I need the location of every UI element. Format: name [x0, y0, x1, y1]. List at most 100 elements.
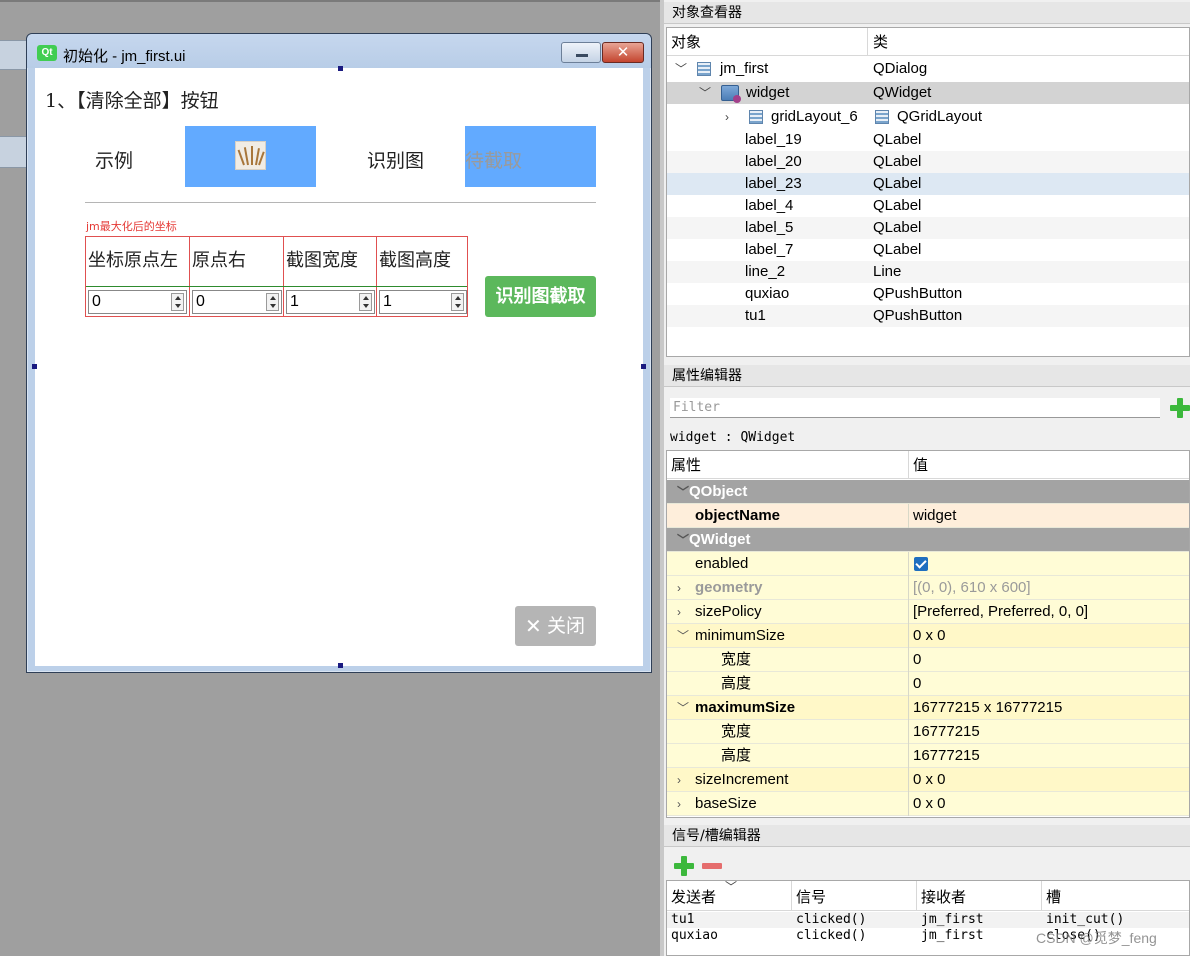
property-row[interactable]: ﹀ maximumSize 16777215 x 16777215: [667, 696, 1189, 720]
close-button[interactable]: ✕ 关闭: [515, 606, 596, 646]
chevron-down-icon[interactable]: ﹀: [677, 696, 689, 720]
arrow-down-icon: [175, 304, 181, 308]
property-editor-title: 属性编辑器: [664, 365, 1190, 387]
tree-row[interactable]: label_5 QLabel: [667, 217, 1189, 239]
capture-image-button[interactable]: 识别图截取: [485, 276, 596, 317]
sample-label: 示例: [95, 150, 134, 172]
chevron-down-icon[interactable]: ﹀: [675, 58, 687, 80]
property-row[interactable]: 高度 0: [667, 672, 1189, 696]
dialog-icon: [697, 62, 711, 76]
dialog-titlebar[interactable]: Qt 初始化 - jm_first.ui ✕: [27, 34, 651, 68]
tree-row[interactable]: line_2 Line: [667, 261, 1189, 283]
property-row[interactable]: 高度 16777215: [667, 744, 1189, 768]
arrow-up-icon: [363, 296, 369, 300]
tree-row[interactable]: label_19 QLabel: [667, 129, 1189, 151]
capture-width-spinbox[interactable]: 1: [286, 290, 375, 314]
grid-header-capture-width: 截图宽度: [284, 237, 377, 287]
spinbox-value: 1: [290, 293, 299, 310]
tree-row[interactable]: label_23 QLabel: [667, 173, 1189, 195]
tree-row[interactable]: quxiao QPushButton: [667, 283, 1189, 305]
grid-header-capture-height: 截图高度: [377, 237, 467, 287]
chevron-down-icon[interactable]: ﹀: [677, 480, 689, 504]
column-sender[interactable]: 发送者: [671, 881, 716, 913]
grid-header-origin-left: 坐标原点左: [86, 237, 190, 287]
column-signal[interactable]: 信号: [796, 881, 826, 913]
recognized-image-label: 识别图: [367, 150, 425, 172]
minimize-icon: [576, 54, 588, 57]
close-icon: ✕: [525, 614, 542, 638]
close-icon: ✕: [616, 43, 630, 61]
arrow-up-icon: [175, 296, 181, 300]
background-window-edge: [0, 136, 28, 168]
enabled-checkbox[interactable]: [914, 557, 928, 571]
background-window-edge: [0, 40, 28, 70]
pending-capture-text: 待截取: [465, 150, 523, 172]
tree-row[interactable]: label_4 QLabel: [667, 195, 1189, 217]
spinbox-arrows[interactable]: [359, 293, 372, 311]
column-class[interactable]: 类: [873, 28, 888, 56]
recognized-image-box: 待截取: [465, 126, 596, 187]
property-header: 属性 值: [667, 451, 1189, 479]
origin-right-spinbox[interactable]: 0: [192, 290, 282, 314]
chevron-right-icon[interactable]: ›: [725, 106, 729, 128]
spinbox-value: 1: [383, 293, 392, 310]
chevron-right-icon[interactable]: ›: [677, 768, 681, 792]
form-workspace: Qt 初始化 - jm_first.ui ✕ 1、【清除全部】按钮 示例 识别图…: [0, 0, 660, 956]
tree-row[interactable]: label_7 QLabel: [667, 239, 1189, 261]
window-title: 初始化 - jm_first.ui: [63, 48, 186, 65]
property-table: 属性 值 ﹀ QObject objectName widget ﹀ QWidg…: [666, 450, 1190, 818]
window-close-button[interactable]: ✕: [602, 42, 644, 63]
chevron-right-icon[interactable]: ›: [677, 792, 681, 816]
divider-line: [85, 202, 596, 203]
arrow-down-icon: [363, 304, 369, 308]
chevron-down-icon[interactable]: ﹀: [699, 82, 711, 104]
minimize-button[interactable]: [561, 42, 601, 63]
selection-handle[interactable]: [32, 364, 37, 369]
column-value[interactable]: 值: [913, 451, 928, 479]
column-receiver[interactable]: 接收者: [921, 881, 966, 913]
property-row[interactable]: › baseSize 0 x 0: [667, 792, 1189, 816]
arrow-up-icon: [270, 296, 276, 300]
column-slot[interactable]: 槽: [1046, 881, 1061, 913]
chevron-right-icon[interactable]: ›: [677, 600, 681, 624]
column-object[interactable]: 对象: [671, 28, 701, 56]
property-row[interactable]: 宽度 0: [667, 648, 1189, 672]
chevron-down-icon[interactable]: ﹀: [677, 528, 689, 552]
tree-row[interactable]: tu1 QPushButton: [667, 305, 1189, 327]
column-property[interactable]: 属性: [671, 451, 701, 479]
tree-row[interactable]: ﹀ widget QWidget: [667, 82, 1189, 104]
capture-height-spinbox[interactable]: 1: [379, 290, 467, 314]
connection-row[interactable]: tu1 clicked() jm_first init_cut(): [667, 912, 1189, 928]
property-row[interactable]: objectName widget: [667, 504, 1189, 528]
spinbox-arrows[interactable]: [451, 293, 464, 311]
selection-handle[interactable]: [338, 663, 343, 668]
tree-row[interactable]: label_20 QLabel: [667, 151, 1189, 173]
property-row[interactable]: 宽度 16777215: [667, 720, 1189, 744]
selection-handle[interactable]: [338, 66, 343, 71]
origin-left-spinbox[interactable]: 0: [88, 290, 187, 314]
arrow-up-icon: [455, 296, 461, 300]
add-property-icon[interactable]: [1170, 398, 1190, 418]
chevron-right-icon[interactable]: ›: [677, 576, 681, 600]
object-inspector-title: 对象查看器: [664, 2, 1190, 24]
object-inspector-header: 对象 类: [667, 28, 1189, 56]
spinbox-arrows[interactable]: [266, 293, 279, 311]
property-row[interactable]: › geometry [(0, 0), 610 x 600]: [667, 576, 1189, 600]
property-row[interactable]: › sizeIncrement 0 x 0: [667, 768, 1189, 792]
section-qobject[interactable]: ﹀ QObject: [667, 480, 1189, 504]
filter-input[interactable]: Filter: [670, 398, 1160, 418]
widget-icon: [721, 85, 741, 103]
tree-row[interactable]: ﹀ jm_first QDialog: [667, 58, 1189, 80]
property-row[interactable]: enabled: [667, 552, 1189, 576]
section-qwidget[interactable]: ﹀ QWidget: [667, 528, 1189, 552]
property-row[interactable]: › sizePolicy [Preferred, Preferred, 0, 0…: [667, 600, 1189, 624]
workspace-top-border: [0, 0, 660, 2]
selection-handle[interactable]: [641, 364, 646, 369]
property-row[interactable]: ﹀ minimumSize 0 x 0: [667, 624, 1189, 648]
chevron-down-icon[interactable]: ﹀: [677, 624, 689, 648]
add-connection-icon[interactable]: [674, 856, 694, 876]
signal-slot-editor-title: 信号/槽编辑器: [664, 825, 1190, 847]
spinbox-arrows[interactable]: [171, 293, 184, 311]
remove-connection-icon[interactable]: [702, 863, 722, 869]
tree-row[interactable]: › gridLayout_6 QGridLayout: [667, 106, 1189, 128]
